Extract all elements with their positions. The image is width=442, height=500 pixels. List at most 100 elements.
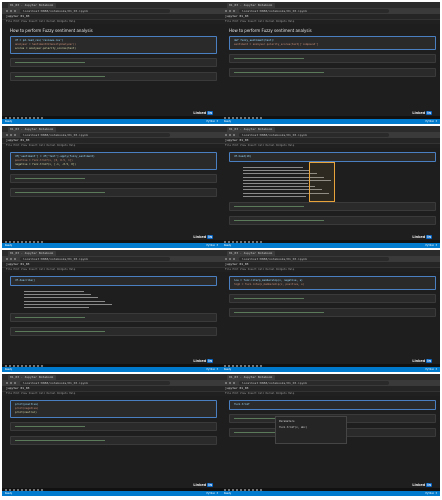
watermark-text: Linked: [193, 483, 207, 487]
code-cell[interactable]: [10, 313, 217, 323]
notebook-name[interactable]: jupyter 01_03: [6, 14, 29, 19]
url-field[interactable]: localhost:8888/notebooks/01_03.ipynb: [239, 133, 389, 137]
status-left: Ready: [224, 492, 232, 495]
nav-icon[interactable]: [6, 134, 8, 136]
nav-icon[interactable]: [233, 258, 235, 260]
url-field[interactable]: localhost:8888/notebooks/01_03.ipynb: [239, 9, 389, 13]
url-field[interactable]: localhost:8888/notebooks/01_03.ipynb: [239, 381, 389, 385]
nav-icon[interactable]: [10, 10, 12, 12]
code-cell[interactable]: [10, 72, 217, 81]
status-right: Python 3: [206, 492, 218, 495]
watermark-text: Linked: [193, 111, 207, 115]
status-bar: Ready Python 3: [221, 491, 440, 496]
nav-icon[interactable]: [6, 382, 8, 384]
status-bar: Ready Python 3: [2, 367, 221, 372]
linkedin-watermark: Linked in: [412, 483, 432, 489]
code-line: [15, 330, 105, 333]
url-field[interactable]: localhost:8888/notebooks/01_03.ipynb: [20, 9, 170, 13]
nav-icon[interactable]: [14, 134, 16, 136]
code-cell[interactable]: df['sentiment'] = df['text'].apply(fuzzy…: [10, 152, 217, 170]
notebook-menu[interactable]: File Edit View Insert Cell Kernel Widget…: [2, 144, 221, 148]
url-field[interactable]: localhost:8888/notebooks/01_03.ipynb: [20, 381, 170, 385]
nav-icon[interactable]: [233, 382, 235, 384]
nav-icon[interactable]: [233, 134, 235, 136]
output-bar: [243, 167, 303, 168]
code-cell[interactable]: fuzz.trimf: [229, 400, 436, 410]
code-cell[interactable]: print(positive) print(negative) print(neut…: [10, 400, 217, 418]
code-cell[interactable]: df.describe(): [10, 276, 217, 286]
code-cell[interactable]: [229, 202, 436, 211]
notebook-name[interactable]: jupyter 01_03: [225, 386, 248, 391]
nav-icon[interactable]: [14, 258, 16, 260]
watermark-text: Linked: [412, 359, 426, 363]
notebook-name[interactable]: jupyter 01_03: [225, 14, 248, 19]
nav-icon[interactable]: [6, 258, 8, 260]
code-cell[interactable]: [229, 216, 436, 225]
code-cell[interactable]: def fuzzy_sentiment(text): sentiment = a…: [229, 36, 436, 50]
code-cell[interactable]: [229, 294, 436, 303]
linkedin-watermark: Linked in: [412, 111, 432, 117]
nav-icon[interactable]: [14, 382, 16, 384]
nav-icon[interactable]: [225, 134, 227, 136]
code-line: analyser = SentimentIntensityAnalyzer(): [15, 43, 76, 46]
code-cell[interactable]: [10, 436, 217, 445]
code-cell[interactable]: [10, 327, 217, 337]
notebook-content: low = fuzz.interp_membership(x, negative…: [223, 274, 438, 362]
linkedin-logo-icon: in: [207, 359, 213, 363]
notebook-menu[interactable]: File Edit View Insert Cell Kernel Widget…: [2, 20, 221, 24]
notebook-name[interactable]: jupyter 01_03: [6, 386, 29, 391]
status-left: Ready: [5, 368, 13, 371]
output-row: [24, 306, 89, 309]
nav-icon[interactable]: [14, 10, 16, 12]
code-placeholder: [234, 72, 324, 73]
output-row: [243, 195, 306, 198]
code-cell[interactable]: [229, 54, 436, 63]
code-placeholder: [234, 298, 304, 299]
nav-icon[interactable]: [233, 10, 235, 12]
notebook-menu[interactable]: File Edit View Insert Cell Kernel Widget…: [221, 144, 440, 148]
nav-icon[interactable]: [225, 10, 227, 12]
linkedin-logo-icon: in: [426, 235, 432, 239]
code-cell[interactable]: [10, 174, 217, 183]
code-cell[interactable]: [10, 188, 217, 197]
url-field[interactable]: localhost:8888/notebooks/01_03.ipynb: [20, 133, 170, 137]
nav-icon[interactable]: [229, 382, 231, 384]
code-line: df = pd.read_csv('reviews.csv'): [15, 39, 64, 42]
linkedin-logo-icon: in: [207, 483, 213, 487]
nav-icon[interactable]: [10, 134, 12, 136]
notebook-menu[interactable]: File Edit View Insert Cell Kernel Widget…: [2, 268, 221, 272]
nav-icon[interactable]: [6, 10, 8, 12]
screenshot-panel: 01_03 - Jupyter Notebook localhost:8888/n…: [2, 250, 221, 372]
notebook-content: print(positive) print(negative) print(neut…: [4, 398, 219, 486]
notebook-name[interactable]: jupyter 01_03: [6, 262, 29, 267]
notebook-menu[interactable]: File Edit View Insert Cell Kernel Widget…: [221, 268, 440, 272]
code-cell[interactable]: [10, 422, 217, 431]
nav-icon[interactable]: [225, 258, 227, 260]
nav-icon[interactable]: [10, 382, 12, 384]
linkedin-watermark: Linked in: [193, 235, 213, 241]
output-bar: [24, 303, 112, 305]
nav-icon[interactable]: [229, 258, 231, 260]
nav-icon[interactable]: [229, 134, 231, 136]
notebook-name[interactable]: jupyter 01_03: [6, 138, 29, 143]
notebook-menu[interactable]: File Edit View Insert Cell Kernel Widget…: [221, 20, 440, 24]
code-placeholder: [15, 331, 105, 333]
nav-icon[interactable]: [229, 10, 231, 12]
code-cell[interactable]: [229, 308, 436, 317]
notebook-name[interactable]: jupyter 01_03: [225, 262, 248, 267]
code-cell[interactable]: df = pd.read_csv('reviews.csv') analyser …: [10, 36, 217, 54]
nav-icon[interactable]: [10, 258, 12, 260]
notebook-name[interactable]: jupyter 01_03: [225, 138, 248, 143]
status-left: Ready: [224, 244, 232, 247]
code-cell[interactable]: low = fuzz.interp_membership(x, negative…: [229, 276, 436, 290]
code-cell[interactable]: [229, 68, 436, 77]
nav-icon[interactable]: [225, 382, 227, 384]
output-bar: [24, 307, 89, 308]
notebook-content: How to perform Fuzzy sentiment analysis d…: [223, 26, 438, 114]
url-field[interactable]: localhost:8888/notebooks/01_03.ipynb: [20, 257, 170, 261]
code-cell[interactable]: df.head(10): [229, 152, 436, 162]
code-cell[interactable]: [10, 58, 217, 67]
url-field[interactable]: localhost:8888/notebooks/01_03.ipynb: [239, 257, 389, 261]
notebook-menu[interactable]: File Edit View Insert Cell Kernel Widget…: [2, 392, 221, 396]
notebook-menu[interactable]: File Edit View Insert Cell Kernel Widget…: [221, 392, 440, 396]
